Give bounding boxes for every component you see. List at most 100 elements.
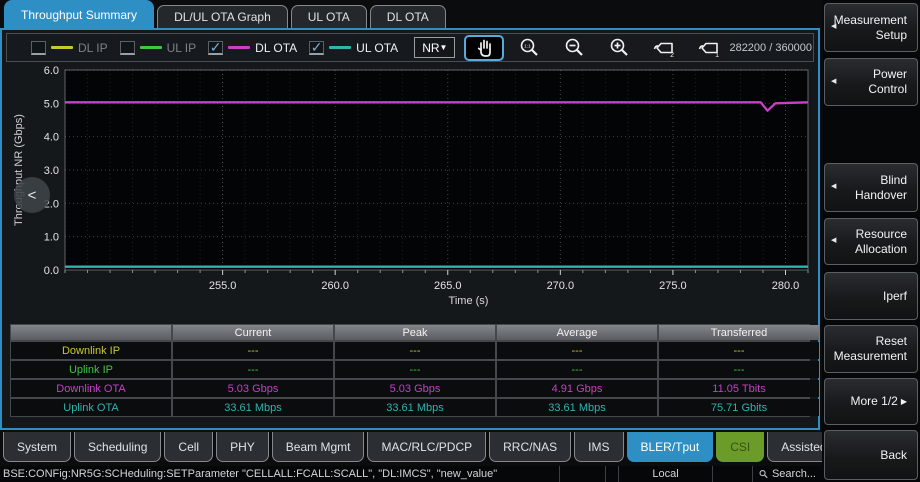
table-cell: 33.61 Mbps (335, 399, 495, 416)
table-cell: --- (497, 361, 657, 378)
series-color-swatch (51, 46, 73, 49)
search-box[interactable]: Search... (752, 466, 822, 482)
table-row-label: Uplink OTA (11, 399, 171, 416)
table-cell: --- (659, 361, 819, 378)
tech-selector-dropdown[interactable]: NR ▼ (414, 37, 455, 58)
zoom-reset-button[interactable]: 1:1 (509, 35, 549, 61)
bottom-tab-rrc-nas[interactable]: RRC/NAS (489, 432, 571, 462)
throughput-table: CurrentPeakAverageTransferredDownlink IP… (10, 324, 810, 417)
x-tick-label: 265.0 (434, 280, 462, 292)
sidebar-button-back[interactable]: Back (824, 430, 918, 480)
table-cell: 33.61 Mbps (173, 399, 333, 416)
sidebar-button-iperf[interactable]: Iperf (824, 272, 918, 320)
arrow-right-icon: ▶ (901, 397, 907, 407)
bottom-tab-bler-tput[interactable]: BLER/Tput (627, 432, 714, 462)
bottom-tab-system[interactable]: System (3, 432, 71, 462)
tab-ul-ota[interactable]: UL OTA (291, 5, 367, 28)
tab-dl-ota[interactable]: DL OTA (370, 5, 446, 28)
table-header-cell: Peak (335, 325, 495, 340)
marker-icon: 1 (698, 36, 721, 59)
table-header-cell: Current (173, 325, 333, 340)
sidebar-button-resource-allocation[interactable]: ◀ Resource Allocation (824, 218, 918, 265)
checkbox[interactable] (31, 41, 46, 55)
checkbox[interactable] (120, 41, 135, 55)
sidebar-button-blind-handover[interactable]: ◀ Blind Handover (824, 163, 918, 212)
pan-hand-button[interactable] (464, 35, 504, 61)
zoom-out-button[interactable] (554, 35, 594, 61)
legend-label: DL IP (78, 41, 108, 55)
sidebar-button-label: Blind Handover (840, 173, 907, 203)
tech-selector-value: NR (422, 41, 439, 55)
marker-1-icon-button[interactable]: 1 (689, 35, 729, 61)
search-label: Search... (772, 468, 816, 480)
marker-2-icon-button[interactable]: 2 (644, 35, 684, 61)
status-cell-empty (559, 466, 605, 482)
legend-items: DL IP UL IP ✓ DL OTA ✓ UL OTA (31, 41, 410, 55)
sidebar-button-measurement-setup[interactable]: ◀Measurement Setup (824, 3, 918, 52)
bottom-tab-mac-rlc-pdcp[interactable]: MAC/RLC/PDCP (367, 432, 486, 462)
table-cell: --- (497, 342, 657, 359)
throughput-chart[interactable]: 255.0260.0265.0270.0275.0280.00.01.02.03… (2, 62, 816, 324)
checkbox-checked[interactable]: ✓ (208, 41, 223, 55)
local-indicator[interactable]: Local (618, 466, 712, 482)
y-tick-label: 1.0 (44, 232, 59, 244)
bottom-tab-csi[interactable]: CSI (716, 432, 764, 462)
bottom-tab-phy[interactable]: PHY (216, 432, 269, 462)
legend-item-ul-ota[interactable]: ✓ UL OTA (309, 41, 398, 55)
table-header-cell: Transferred (659, 325, 819, 340)
table-header-cell: Average (497, 325, 657, 340)
tab-throughput-summary[interactable]: Throughput Summary (4, 0, 154, 28)
sidebar-button-label: Iperf (883, 289, 907, 304)
legend-label: UL OTA (356, 41, 398, 55)
sidebar-button-label: More 1/2 (850, 394, 897, 409)
bottom-tab-scheduling[interactable]: Scheduling (74, 432, 161, 462)
y-tick-label: 5.0 (44, 98, 59, 110)
status-cell-empty (712, 466, 752, 482)
table-row-label: Downlink IP (11, 342, 171, 359)
sidebar-button-label: Back (880, 448, 907, 463)
legend-label: DL OTA (255, 41, 297, 55)
x-tick-label: 275.0 (659, 280, 687, 292)
pan-hand-icon (473, 36, 496, 59)
table-row-label: Uplink IP (11, 361, 171, 378)
sidebar-button-label: Resource Allocation (840, 227, 907, 257)
y-tick-label: 3.0 (44, 165, 59, 177)
table-row-label: Downlink OTA (11, 380, 171, 397)
arrow-left-icon: ◀ (831, 183, 836, 192)
y-tick-label: 4.0 (44, 132, 59, 144)
series-color-swatch (228, 46, 250, 49)
sidebar-button-label: Power Control (840, 67, 907, 97)
arrow-left-icon: ◀ (831, 78, 836, 87)
bottom-tab-bar: SystemSchedulingCellPHYBeam MgmtMAC/RLC/… (0, 432, 822, 464)
bottom-tab-beam-mgmt[interactable]: Beam Mgmt (272, 432, 365, 462)
chart-toolbar: DL IPUL IP✓DL OTA✓UL OTA NR ▼ 1:121 2822… (6, 33, 814, 62)
legend-item-dl-ota[interactable]: ✓ DL OTA (208, 41, 297, 55)
sidebar-button-more-1-2[interactable]: More 1/2 ▶ (824, 378, 918, 425)
x-tick-label: 255.0 (209, 280, 237, 292)
sidebar-button-power-control[interactable]: ◀ Power Control (824, 58, 918, 106)
arrow-left-icon: ◀ (831, 23, 836, 32)
y-tick-label: 0.0 (44, 265, 59, 277)
table-cell: 33.61 Mbps (497, 399, 657, 416)
table-cell: --- (173, 361, 333, 378)
bottom-tab-cell[interactable]: Cell (164, 432, 213, 462)
tab-dl-ul-ota-graph[interactable]: DL/UL OTA Graph (157, 5, 288, 28)
bottom-tab-ims[interactable]: IMS (574, 432, 623, 462)
status-bar: BSE:CONFig:NR5G:SCHeduling:SETParameter … (0, 466, 822, 482)
x-tick-label: 280.0 (772, 280, 800, 292)
legend-item-dl-ip[interactable]: DL IP (31, 41, 108, 55)
checkbox-checked[interactable]: ✓ (309, 41, 324, 55)
chart-tool-buttons: 1:1 21 (464, 35, 729, 61)
table-cell: --- (335, 361, 495, 378)
panel-collapse-handle[interactable]: < (14, 177, 50, 213)
plot-area (65, 70, 808, 270)
table-cell: 4.91 Gbps (497, 380, 657, 397)
table-cell: 5.03 Gbps (173, 380, 333, 397)
sidebar-button-reset-measurement[interactable]: Reset Measurement (824, 325, 918, 373)
arrow-left-icon: ◀ (831, 237, 836, 246)
chevron-down-icon: ▼ (440, 43, 448, 52)
table-cell: 75.71 Gbits (659, 399, 819, 416)
x-tick-label: 270.0 (547, 280, 575, 292)
legend-item-ul-ip[interactable]: UL IP (120, 41, 197, 55)
zoom-in-button[interactable] (599, 35, 639, 61)
